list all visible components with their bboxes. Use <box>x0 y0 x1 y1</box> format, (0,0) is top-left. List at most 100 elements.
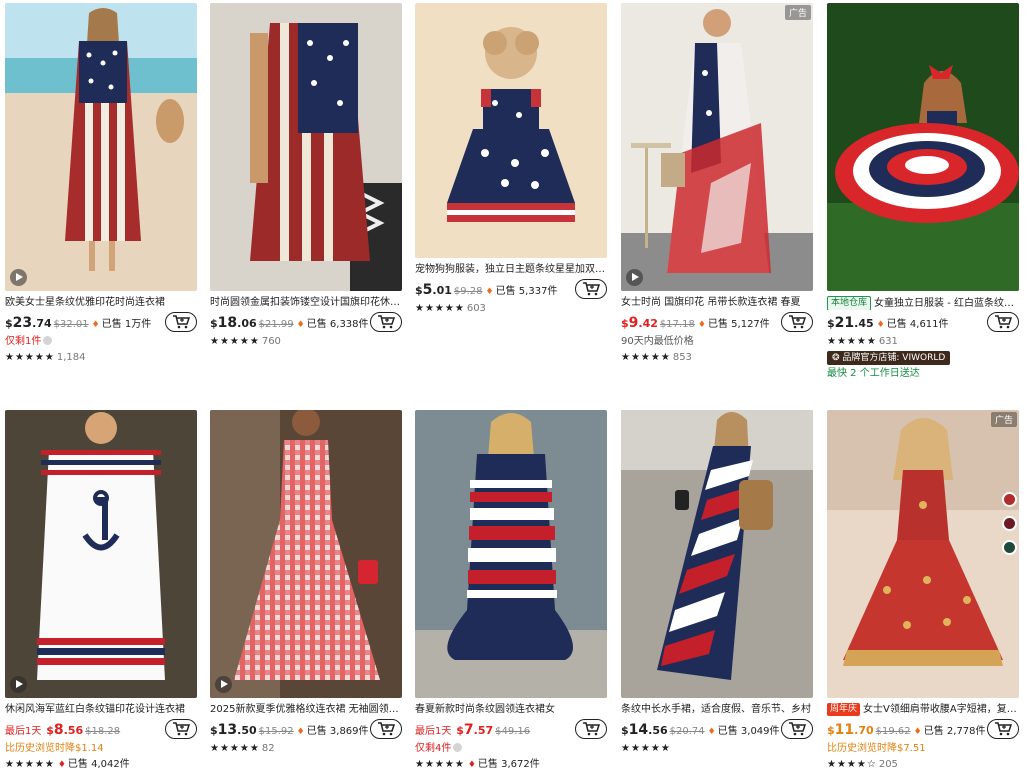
star-rating-icon: ★★★★★ <box>415 759 465 770</box>
cart-icon <box>995 315 1012 329</box>
flame-icon: ♦ <box>467 760 476 770</box>
product-price: $21.45 <box>827 315 874 331</box>
color-swatch[interactable] <box>1002 492 1017 507</box>
product-image[interactable]: 广告 <box>621 3 813 291</box>
sold-count: 已售 6,338件 <box>306 319 369 330</box>
color-swatch[interactable] <box>1002 516 1017 531</box>
sold-count: 已售 4,611件 <box>886 319 949 330</box>
add-to-cart-button[interactable] <box>987 312 1019 332</box>
anniversary-tag: 周年庆 <box>827 703 861 716</box>
rating: ★★★★★ 760 <box>210 336 281 347</box>
product-title[interactable]: 春夏新款时尚条纹圆领连衣裙女 <box>415 703 607 717</box>
flame-icon: ♦ <box>485 287 494 297</box>
flame-icon: ♦ <box>296 727 305 737</box>
product-price: $14.56 <box>621 722 668 738</box>
product-image[interactable] <box>415 3 607 258</box>
product-card[interactable]: 广告 周年庆女士V领细肩带收腰A字短裙，复古印花 $11.70$19.62♦已售… <box>827 410 1019 773</box>
product-image[interactable] <box>210 3 402 291</box>
product-title[interactable]: 休闲风海军蓝红白条纹锚印花设计连衣裙 <box>5 703 197 717</box>
cart-icon <box>583 282 600 296</box>
original-price: $19.62 <box>875 726 911 737</box>
star-rating-icon: ★★★★☆ <box>827 759 877 770</box>
product-price: $18.06 <box>210 315 257 331</box>
delivery-note: 最快 2 个工作日送达 <box>827 368 920 379</box>
rating: ★★★★★ ♦ 已售 4,042件 <box>5 759 130 770</box>
add-to-cart-button[interactable] <box>575 719 607 739</box>
original-price: $15.92 <box>258 726 294 737</box>
original-price: $17.18 <box>659 319 695 330</box>
product-title[interactable]: 本地仓库女童独立日服装 - 红白蓝条纹星星公主裙 <box>827 296 1019 310</box>
rating: ★★★★★ ♦ 已售 3,672件 <box>415 759 540 770</box>
flame-icon: ♦ <box>296 320 305 330</box>
cart-icon <box>378 315 395 329</box>
flame-icon: ♦ <box>913 727 922 737</box>
product-card[interactable]: 欧美女士星条纹优雅印花时尚连衣裙 $23.74 $32.01 ♦ 已售 1万件 仅剩1… <box>5 3 197 366</box>
product-price: 最后1天 $7.57 <box>415 722 494 738</box>
add-to-cart-button[interactable] <box>370 312 402 332</box>
product-title[interactable]: 周年庆女士V领细肩带收腰A字短裙，复古印花 <box>827 703 1019 717</box>
add-to-cart-button[interactable] <box>165 312 197 332</box>
info-icon[interactable] <box>453 743 463 752</box>
add-to-cart-button[interactable] <box>370 719 402 739</box>
cart-icon <box>789 722 806 736</box>
product-image[interactable] <box>5 410 197 698</box>
original-price: $32.01 <box>53 319 89 330</box>
rating: ★★★★★ 603 <box>415 303 486 314</box>
video-play-icon[interactable] <box>626 269 643 286</box>
star-rating-icon: ★★★★★ <box>5 352 55 363</box>
sold-count: 已售 5,127件 <box>707 319 770 330</box>
rating: ★★★★☆ 205 <box>827 759 898 770</box>
product-image[interactable] <box>210 410 402 698</box>
sold-count: 已售 2,778件 <box>923 726 986 737</box>
star-rating-icon: ★★★★★ <box>415 303 465 314</box>
color-swatch[interactable] <box>1002 540 1017 555</box>
product-card[interactable]: 广告 女士时尚 国旗印花 吊带长款连衣裙 春夏 $9.42 $17.18 ♦ 已售 5… <box>621 3 813 366</box>
rating: ★★★★★ <box>621 741 813 757</box>
product-image[interactable] <box>5 3 197 291</box>
video-play-icon[interactable] <box>215 676 232 693</box>
product-title[interactable]: 条纹中长水手裙，适合度假、音乐节、乡村 <box>621 703 813 717</box>
add-to-cart-button[interactable] <box>575 279 607 299</box>
ad-badge: 广告 <box>784 5 811 20</box>
product-title[interactable]: 宠物狗狗服装，独立日主题条纹星星加双层裙摆 <box>415 263 607 277</box>
brand-store-badge[interactable]: ❂ 品牌官方店铺: VIWORLD <box>827 351 951 365</box>
star-rating-icon: ★★★★★ <box>210 336 260 347</box>
cart-icon <box>173 315 190 329</box>
stock-note: 仅剩4件 <box>415 741 607 757</box>
star-rating-icon: ★★★★★ <box>621 743 671 754</box>
add-to-cart-button[interactable] <box>987 719 1019 739</box>
product-image[interactable] <box>621 410 813 698</box>
product-card[interactable]: 宠物狗狗服装，独立日主题条纹星星加双层裙摆 $5.01 $9.28 ♦ 已售 5,33… <box>415 3 607 317</box>
add-to-cart-button[interactable] <box>781 312 813 332</box>
product-image[interactable] <box>827 3 1019 291</box>
original-price: $49.16 <box>495 726 531 737</box>
flame-icon: ♦ <box>697 320 706 330</box>
flame-icon: ♦ <box>876 320 885 330</box>
product-card[interactable]: 休闲风海军蓝红白条纹锚印花设计连衣裙 最后1天 $8.56 $18.28 比历史浏… <box>5 410 197 773</box>
product-card[interactable]: 春夏新款时尚条纹圆领连衣裙女 最后1天 $7.57 $49.16 仅剩4件 ★★★… <box>415 410 607 773</box>
stock-note: 仅剩1件 <box>5 334 197 350</box>
star-rating-icon: ★★★★★ <box>621 352 671 363</box>
video-play-icon[interactable] <box>10 676 27 693</box>
add-to-cart-button[interactable] <box>781 719 813 739</box>
product-card[interactable]: 时尚圆领金属扣装饰镂空设计国旗印花休闲连衣裙 $18.06$21.99♦已售 6… <box>210 3 402 350</box>
product-title[interactable]: 时尚圆领金属扣装饰镂空设计国旗印花休闲连衣裙 <box>210 296 402 310</box>
product-card[interactable]: 条纹中长水手裙，适合度假、音乐节、乡村 $14.56 $20.74 ♦ 已售 3,04… <box>621 410 813 757</box>
flame-icon: ♦ <box>707 727 716 737</box>
product-title[interactable]: 欧美女士星条纹优雅印花时尚连衣裙 <box>5 296 197 310</box>
price-drop-note: 比历史浏览时降$1.14 <box>5 743 104 754</box>
product-card[interactable]: 2025新款夏季优雅格纹连衣裙 无袖圆领高腰 $13.50 $15.92 ♦ 已售 3… <box>210 410 402 757</box>
local-warehouse-tag: 本地仓库 <box>827 296 872 310</box>
rating: ★★★★★ 631 <box>827 336 898 347</box>
sold-count: 已售 3,049件 <box>717 726 780 737</box>
sold-count: 已售 5,337件 <box>495 286 558 297</box>
product-image[interactable] <box>415 410 607 698</box>
lowest-price-note: 90天内最低价格 <box>621 336 694 347</box>
add-to-cart-button[interactable] <box>165 719 197 739</box>
product-image[interactable]: 广告 <box>827 410 1019 698</box>
info-icon[interactable] <box>43 336 53 345</box>
video-play-icon[interactable] <box>10 269 27 286</box>
product-card[interactable]: 本地仓库女童独立日服装 - 红白蓝条纹星星公主裙 $21.45♦已售 4,611… <box>827 3 1019 382</box>
product-title[interactable]: 2025新款夏季优雅格纹连衣裙 无袖圆领高腰 <box>210 703 402 717</box>
product-title[interactable]: 女士时尚 国旗印花 吊带长款连衣裙 春夏 <box>621 296 813 310</box>
